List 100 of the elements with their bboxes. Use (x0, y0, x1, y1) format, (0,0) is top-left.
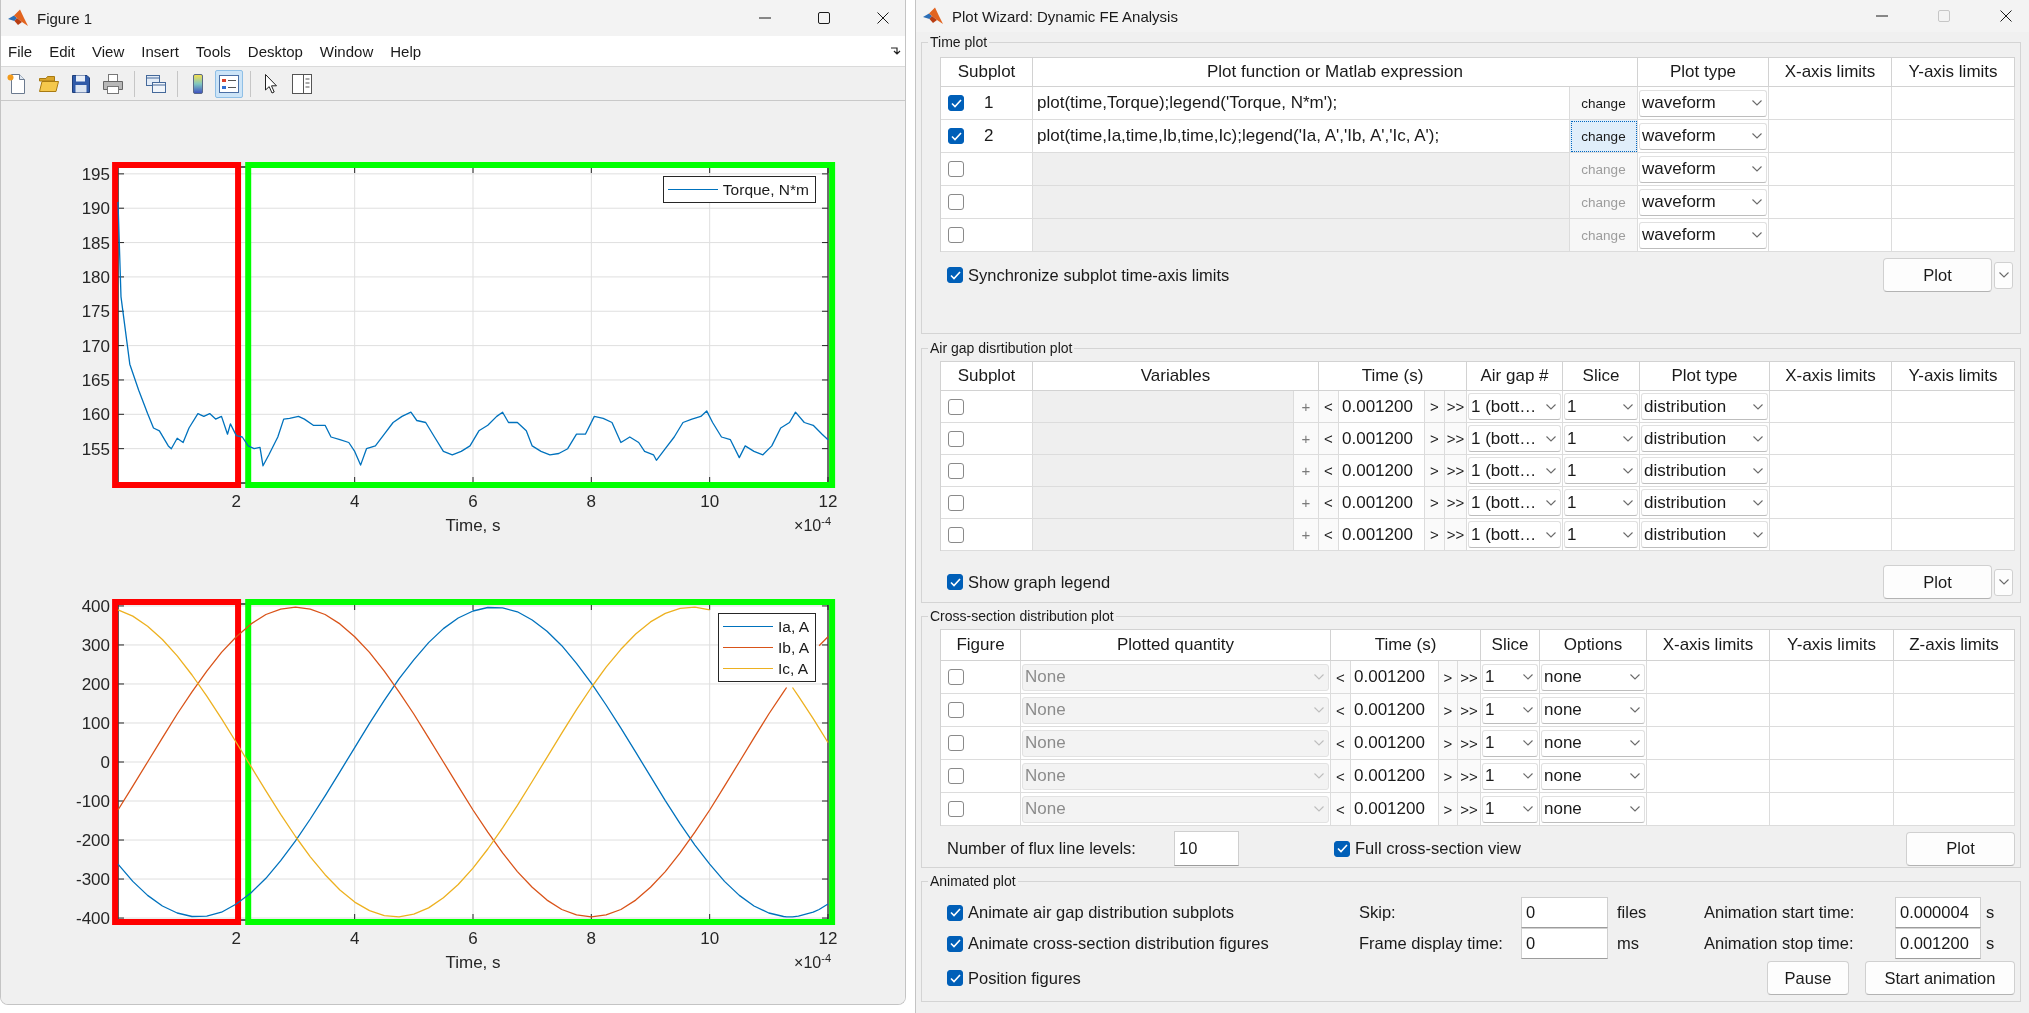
limits-field[interactable] (1647, 793, 1770, 826)
plot-type-dropdown[interactable]: waveform (1639, 122, 1767, 150)
field-label: Frame display time: (1359, 934, 1504, 953)
limits-field[interactable] (1892, 391, 2015, 423)
tick-label: 8 (586, 492, 597, 511)
tick-label: 400 (81, 596, 110, 616)
dock-arrow-icon[interactable] (891, 47, 901, 55)
chevron-down-icon (1752, 232, 1762, 238)
expression-field[interactable]: plot(time,Ia,time,Ib,time,Ic);legend('Ia, A','Ib, A','Ic, A'); (1033, 120, 1570, 153)
tick-label: 160 (81, 405, 110, 425)
limits-field[interactable] (1894, 760, 2015, 793)
value-field[interactable]: 0.000004 (1895, 897, 1981, 928)
expression-field[interactable]: plot(time,Torque);legend('Torque, N*m'); (1033, 87, 1570, 120)
tick-label: 6 (468, 492, 478, 511)
checkbox-label: Animate cross-section distribution figures (968, 934, 1269, 953)
limits-field[interactable] (1769, 219, 1892, 252)
tick-label: 300 (81, 635, 110, 655)
limits-field[interactable] (1894, 661, 2015, 694)
minimize-icon[interactable] (1876, 15, 1888, 17)
limits-field[interactable] (1647, 694, 1770, 727)
checkbox[interactable] (948, 128, 964, 144)
limits-field[interactable] (1770, 455, 1892, 487)
action-button[interactable]: Pause (1767, 961, 1849, 995)
limits-field[interactable] (1769, 87, 1892, 120)
value-field[interactable]: 0 (1521, 928, 1608, 959)
limits-field[interactable] (1892, 87, 2015, 120)
change-button[interactable]: change (1570, 120, 1638, 153)
unit-label: s (1985, 903, 1996, 922)
maximize-icon[interactable] (818, 12, 830, 24)
close-icon[interactable] (877, 12, 889, 24)
limits-field[interactable] (1769, 120, 1892, 153)
plot-menu-button[interactable] (1994, 568, 2013, 596)
minimize-icon[interactable] (759, 17, 771, 19)
limits-field[interactable] (1892, 519, 2015, 551)
tick-label: 195 (81, 164, 110, 184)
menu-item[interactable]: File (8, 42, 33, 60)
column-header: Subplot (941, 362, 1033, 391)
limits-field[interactable] (1892, 423, 2015, 455)
limits-field[interactable] (1770, 727, 1894, 760)
app-logo-icon (923, 7, 943, 25)
checkbox-label: Full cross-section view (1355, 839, 1521, 858)
value-field[interactable]: 0 (1521, 897, 1608, 928)
column-header: X-axis limits (1769, 58, 1892, 87)
limits-field[interactable] (1770, 760, 1894, 793)
action-button[interactable]: Start animation (1865, 961, 2015, 995)
checkbox[interactable] (1334, 840, 1350, 857)
limits-field[interactable] (1770, 391, 1892, 423)
limits-field[interactable] (1770, 793, 1894, 826)
tick-label: -100 (75, 792, 110, 811)
limits-field[interactable] (1894, 727, 2015, 760)
legend-label: Ic, A (777, 659, 809, 678)
plot-type-dropdown[interactable]: waveform (1639, 89, 1767, 117)
menu-item[interactable]: Edit (49, 42, 76, 60)
plot-button[interactable]: Plot (1883, 565, 1992, 599)
tick-label: 180 (81, 267, 110, 287)
cursor-arrow-icon[interactable] (265, 73, 277, 94)
panel-title: Cross-section distribution plot (929, 608, 1115, 625)
close-icon[interactable] (2000, 10, 2012, 22)
limits-field[interactable] (1647, 760, 1770, 793)
plot-menu-button[interactable] (1994, 261, 2013, 289)
limits-field[interactable] (1647, 661, 1770, 694)
limits-field[interactable] (1769, 153, 1892, 186)
checkbox[interactable] (947, 267, 963, 283)
checkbox[interactable] (947, 970, 963, 986)
limits-field[interactable] (1892, 487, 2015, 519)
limits-field[interactable] (1894, 793, 2015, 826)
checkbox[interactable] (947, 904, 963, 921)
checkbox[interactable] (947, 574, 963, 590)
limits-field[interactable] (1892, 153, 2015, 186)
limits-field[interactable] (1770, 423, 1892, 455)
menu-item[interactable]: Help (390, 42, 422, 60)
menu-item[interactable]: View (92, 42, 125, 60)
limits-field[interactable] (1892, 219, 2015, 252)
limits-field[interactable] (1894, 694, 2015, 727)
menu-item[interactable]: Tools (195, 42, 231, 60)
limits-field[interactable] (1770, 519, 1892, 551)
limits-field[interactable] (1892, 455, 2015, 487)
menu-item[interactable]: Insert (141, 42, 179, 60)
chevron-down-icon (1546, 499, 1556, 506)
chevron-down-icon (1998, 272, 2009, 278)
limits-field[interactable] (1770, 487, 1892, 519)
plot-button[interactable]: Plot (1883, 258, 1992, 292)
column-header: X-axis limits (1770, 362, 1892, 391)
checkbox[interactable] (948, 95, 964, 111)
checkbox[interactable] (947, 935, 963, 952)
value-field[interactable]: 0.001200 (1895, 928, 1981, 959)
limits-field[interactable] (1770, 661, 1894, 694)
limits-field[interactable] (1647, 727, 1770, 760)
limits-field[interactable] (1770, 694, 1894, 727)
menu-item[interactable]: Desktop (247, 42, 303, 60)
gradient-bar-icon[interactable] (193, 73, 203, 94)
chevron-down-icon (1546, 435, 1556, 442)
limits-field[interactable] (1769, 186, 1892, 219)
plot-button[interactable]: Plot (1906, 831, 2015, 866)
limits-field[interactable] (1892, 120, 2015, 153)
flux-levels-field[interactable]: 10 (1174, 831, 1239, 866)
change-button[interactable]: change (1570, 87, 1638, 120)
chevron-down-icon (1753, 435, 1763, 442)
menu-item[interactable]: Window (319, 42, 374, 60)
limits-field[interactable] (1892, 186, 2015, 219)
